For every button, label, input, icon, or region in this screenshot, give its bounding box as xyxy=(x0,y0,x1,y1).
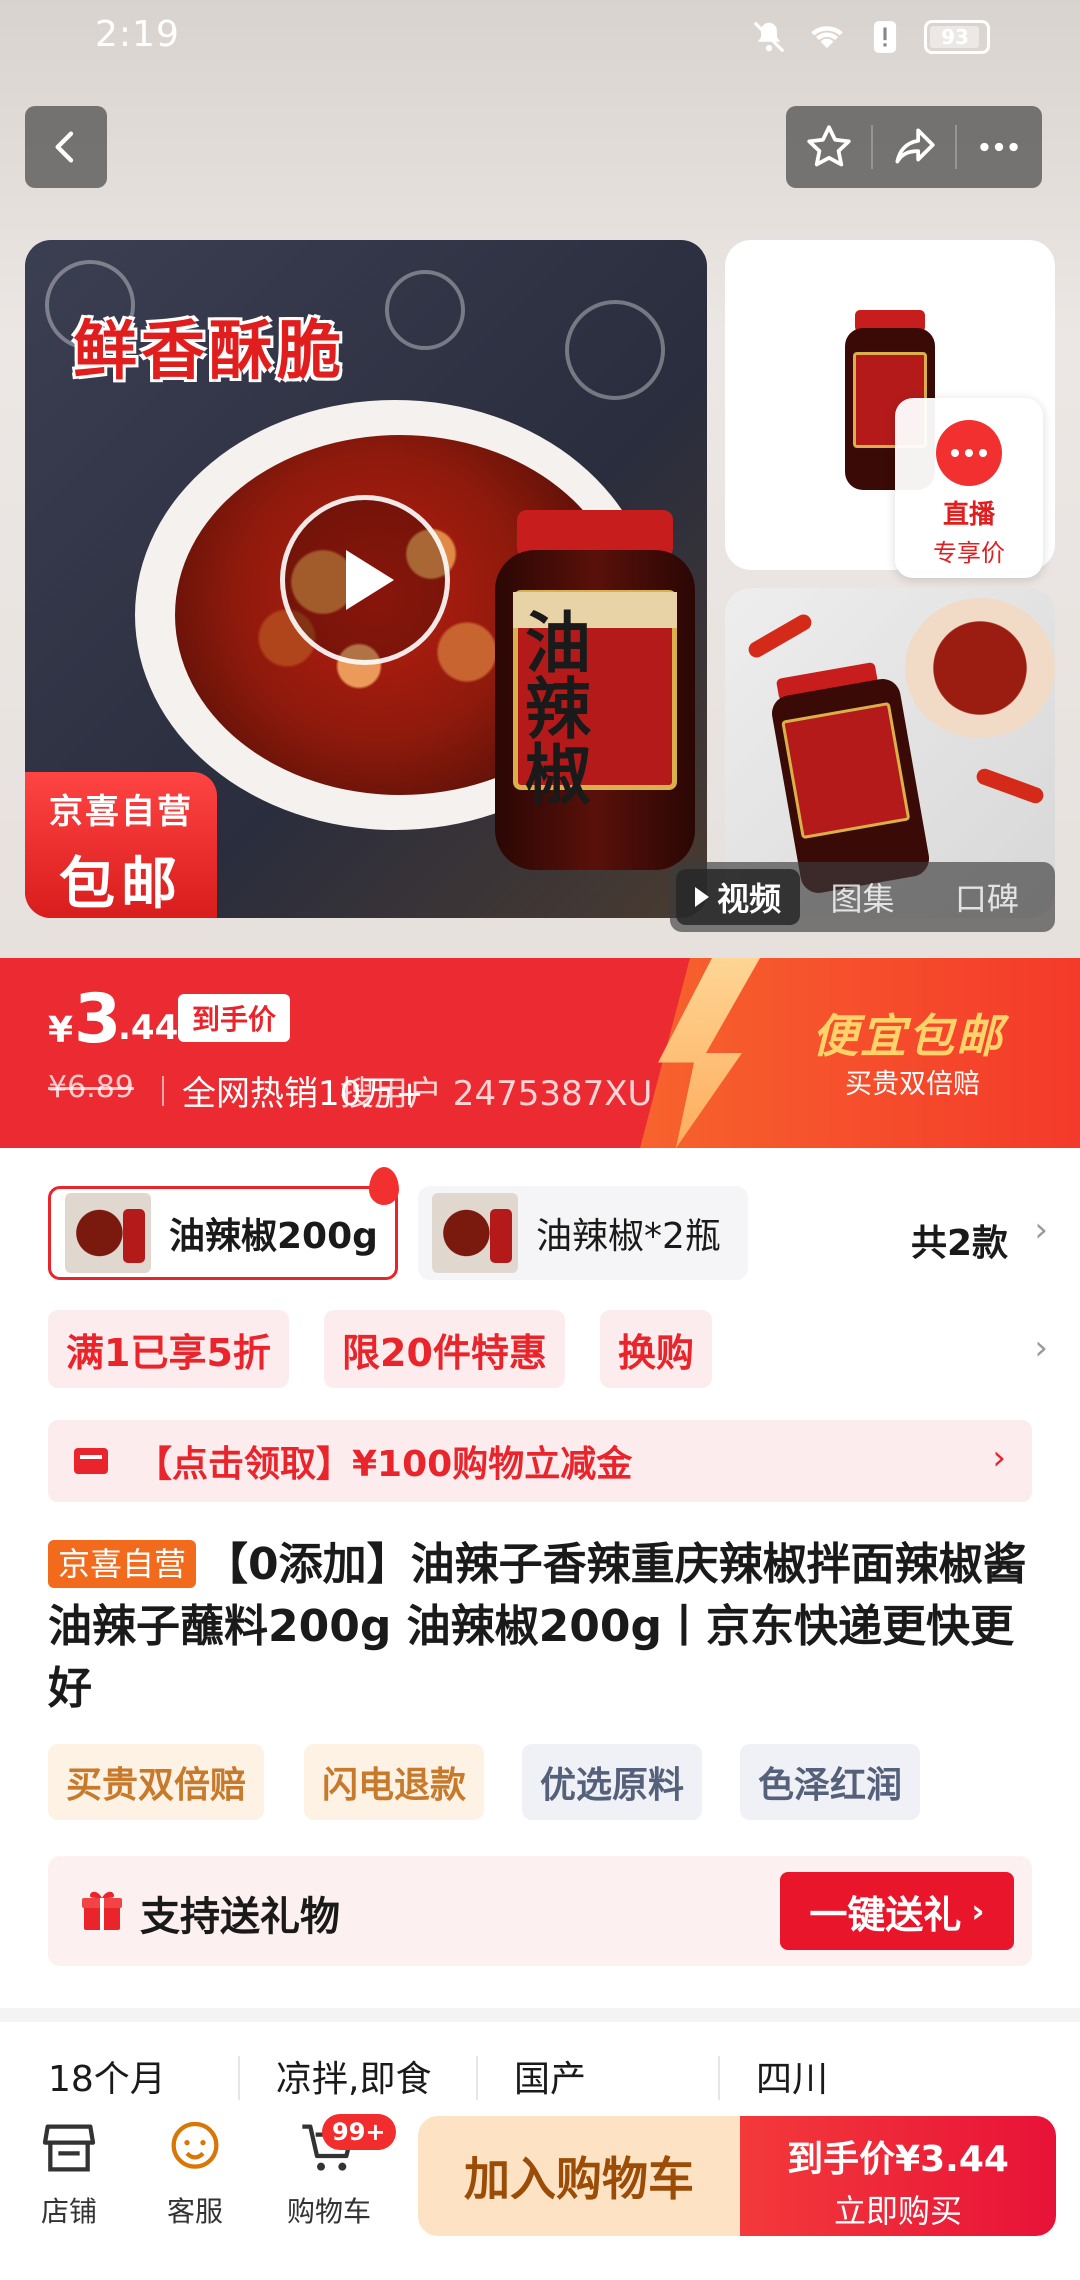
alert-icon xyxy=(873,21,897,53)
buy-now-button[interactable]: 到手价¥3.44 立即购买 xyxy=(740,2116,1056,2236)
back-arrow-icon xyxy=(55,131,74,163)
live-icon xyxy=(936,420,1002,486)
cart-badge: 99+ xyxy=(322,2114,396,2150)
product-jar: 油辣椒 xyxy=(495,510,695,870)
sku-option-1[interactable]: 油辣椒200g xyxy=(48,1167,399,1280)
service-icon xyxy=(171,2121,219,2169)
price-banner: ¥ 3 .44 到手价 ¥6.89 全网热销10万+ 搜用户 2475387XU… xyxy=(0,958,1080,1148)
price-currency: ¥ xyxy=(48,1010,74,1051)
wifi-icon xyxy=(811,26,843,49)
original-price: ¥6.89 xyxy=(48,1070,134,1105)
bottom-bar: 店铺 客服 购物车 99+ 加入购物车 到手价¥3.44 立即购买 xyxy=(0,2100,1080,2280)
nav-actions xyxy=(786,106,1042,188)
send-gift-button[interactable]: 一键送礼 › xyxy=(780,1872,1014,1950)
chevron-right-icon: › xyxy=(992,1438,1006,1478)
tab-reviews[interactable]: 口碑 xyxy=(925,869,1049,925)
tab-gallery[interactable]: 图集 xyxy=(800,869,924,925)
store-icon xyxy=(42,2124,96,2172)
feature-tag: 闪电退款 xyxy=(304,1744,485,1820)
promo-limited[interactable]: 限20件特惠 xyxy=(324,1310,565,1388)
play-small-icon xyxy=(695,887,710,907)
final-price-tag: 到手价 xyxy=(178,994,291,1042)
image-headline: 鲜香酥脆 xyxy=(73,315,345,389)
spec-province: 四川 xyxy=(756,2059,829,2100)
more-icon[interactable] xyxy=(974,122,1024,172)
share-icon[interactable] xyxy=(889,122,939,172)
watermark-text: 搜用户 2475387XU xyxy=(340,1074,653,1114)
promo-subtitle: 买贵双倍赔 xyxy=(845,1069,980,1100)
spec-origin: 国产 xyxy=(514,2059,587,2100)
jar-label-text: 油辣椒 xyxy=(525,604,591,814)
spec-usage: 凉拌,即食 xyxy=(276,2059,432,2100)
feature-tag: 色泽红润 xyxy=(740,1744,921,1820)
card-icon xyxy=(74,1448,108,1474)
store-button[interactable]: 店铺 xyxy=(14,2116,124,2230)
price-decimal: .44 xyxy=(118,1008,179,1048)
promo-row: 满1已享5折 限20件特惠 换购 › xyxy=(48,1310,1048,1388)
product-title: 京喜自营 【0添加】油辣子香辣重庆辣椒拌面辣椒酱油辣子蘸料200g 油辣椒200g… xyxy=(48,1539,1027,1714)
promo-exchange[interactable]: 换购 xyxy=(600,1310,713,1388)
add-to-cart-button[interactable]: 加入购物车 xyxy=(418,2116,740,2236)
customer-service-button[interactable]: 客服 xyxy=(140,2116,250,2230)
back-button[interactable] xyxy=(25,106,107,188)
price-integer: 3 xyxy=(74,980,122,1059)
self-operated-badge: 京喜自营 包邮 xyxy=(25,772,217,918)
play-icon xyxy=(346,550,394,610)
sku-count[interactable]: 共2款 xyxy=(911,1214,1008,1266)
tab-video[interactable]: 视频 xyxy=(676,869,801,925)
self-operated-tag: 京喜自营 xyxy=(48,1540,197,1588)
gift-icon xyxy=(82,1891,122,1930)
sku-thumbnail xyxy=(432,1193,518,1273)
mute-bell-icon xyxy=(753,21,785,53)
chevron-right-icon[interactable]: › xyxy=(1034,1210,1048,1250)
sku-option-2[interactable]: 油辣椒*2瓶 xyxy=(418,1186,748,1280)
main-product-image[interactable]: 油辣椒 鲜香酥脆 京喜自营 包邮 xyxy=(25,240,707,918)
sku-selector: 油辣椒200g 油辣椒*2瓶 共2款 › xyxy=(48,1167,1048,1286)
promo-discount[interactable]: 满1已享5折 xyxy=(48,1310,289,1388)
feature-tags: 买贵双倍赔 闪电退款 优选原料 色泽红润 xyxy=(48,1744,1048,1824)
battery-icon: 93 xyxy=(924,20,990,54)
product-info-card: 油辣椒200g 油辣椒*2瓶 共2款 › 满1已享5折 限20件特惠 换购 › … xyxy=(0,1148,1080,1988)
sku-thumbnail xyxy=(65,1193,151,1273)
feature-tag: 买贵双倍赔 xyxy=(48,1744,265,1820)
promo-title: 便宜包邮 xyxy=(812,1009,1004,1063)
coupon-banner[interactable]: 【点击领取】¥100购物立减金 › xyxy=(48,1420,1032,1502)
coupon-text: 【点击领取】¥100购物立减金 xyxy=(136,1444,633,1485)
spec-shelf-life: 18个月 xyxy=(48,2059,166,2100)
hot-flame-icon xyxy=(369,1167,399,1205)
feature-tag: 优选原料 xyxy=(522,1744,703,1820)
battery-level: 93 xyxy=(941,25,969,49)
status-bar: 2:19 93 xyxy=(0,0,1080,80)
status-icons: 93 xyxy=(750,18,990,56)
status-time: 2:19 xyxy=(95,14,180,55)
gift-text: 支持送礼物 xyxy=(140,1894,340,1940)
favorite-star-icon[interactable] xyxy=(804,122,854,172)
chevron-right-icon[interactable]: › xyxy=(1034,1328,1048,1368)
gift-bar: 支持送礼物 一键送礼 › xyxy=(48,1856,1032,1966)
live-price-card[interactable]: 直播 专享价 xyxy=(895,398,1043,578)
media-tabs: 视频 图集 口碑 xyxy=(670,862,1055,932)
play-video-button[interactable] xyxy=(280,495,450,665)
